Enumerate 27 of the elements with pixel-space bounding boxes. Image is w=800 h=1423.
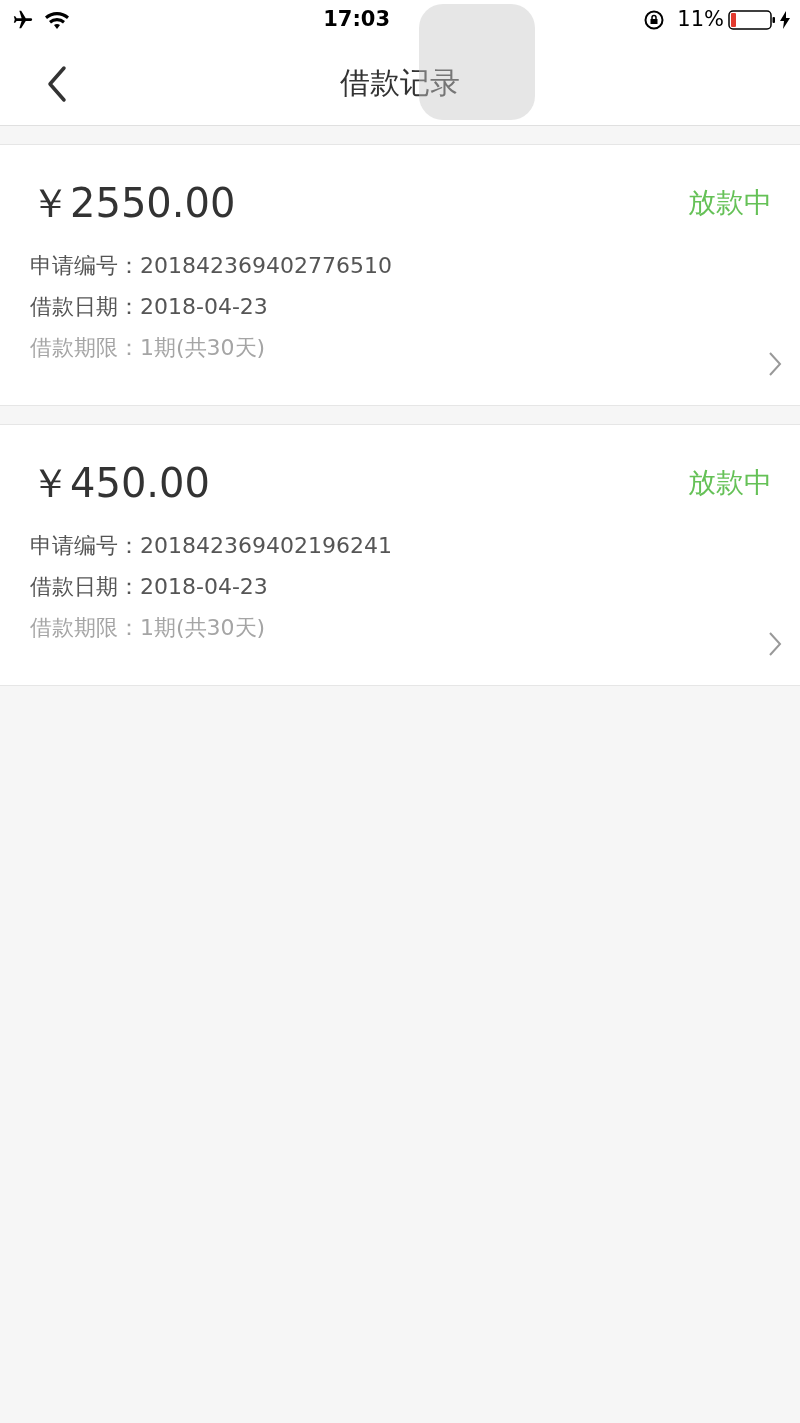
page-title: 借款记录 [340,64,460,102]
battery-icon [728,10,776,30]
record-card[interactable]: ￥450.00 放款中 申请编号：201842369402196241 借款日期：2018-04-23 借款期限：1期(共30天) [0,424,800,686]
charging-icon [780,11,790,29]
field-label: 借款日期： [30,573,140,601]
field-label: 借款日期： [30,293,140,321]
loan-status: 放款中 [688,185,772,221]
battery-percent: 11% [677,6,724,34]
field-value: 1期(共30天) [140,614,266,642]
chevron-icon [768,631,782,657]
clock-time: 17:03 [323,6,391,34]
field-value: 1期(共30天) [140,334,266,362]
chevron-icon [768,351,782,377]
loan-status: 放款中 [688,465,772,501]
field-label: 借款期限： [30,614,140,642]
field-label: 申请编号： [30,532,140,560]
loan-amount: ￥450.00 [30,459,210,508]
field-value: 2018-04-23 [140,293,268,321]
rotation-lock-icon [643,9,666,31]
field-label: 借款期限： [30,334,140,362]
wifi-icon [44,10,70,30]
field-value: 2018-04-23 [140,573,268,601]
field-label: 申请编号： [30,252,140,280]
field-value: 201842369402196241 [140,532,392,560]
loan-amount: ￥2550.00 [30,179,236,228]
record-card[interactable]: ￥2550.00 放款中 申请编号：201842369402776510 借款日期：2018-04-23 借款期限：1期(共30天) [0,144,800,406]
field-value: 201842369402776510 [140,252,392,280]
